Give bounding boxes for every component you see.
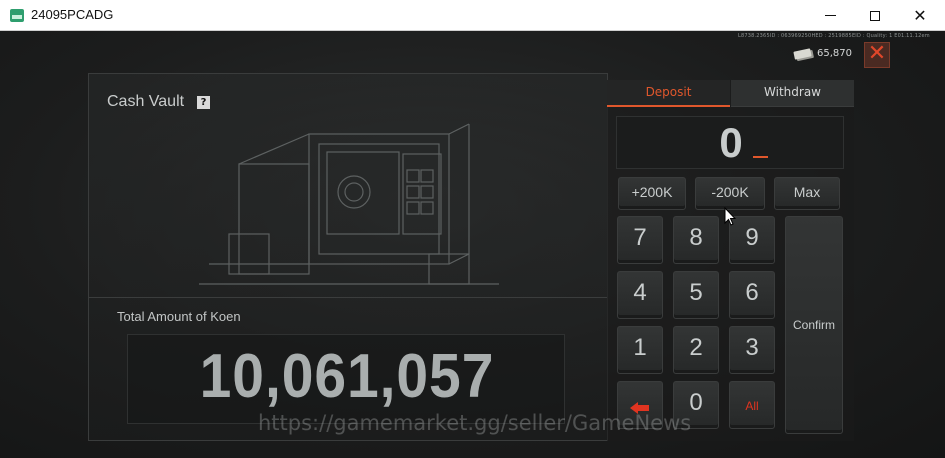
- total-label: Total Amount of Koen: [117, 309, 241, 324]
- key-6[interactable]: 6: [729, 271, 775, 319]
- panel-divider: [89, 297, 607, 298]
- all-label: All: [745, 399, 759, 413]
- koen-balance-value: 65,870: [817, 48, 852, 59]
- total-amount-value: 10,061,057: [199, 342, 495, 411]
- safe-illustration: [199, 123, 499, 285]
- maximize-icon: [870, 10, 880, 21]
- plus-200k-button[interactable]: +200K: [618, 177, 686, 210]
- key-4[interactable]: 4: [617, 271, 663, 319]
- key-8[interactable]: 8: [673, 216, 719, 264]
- minimize-button[interactable]: [807, 0, 853, 31]
- help-icon[interactable]: ?: [197, 96, 210, 109]
- max-button[interactable]: Max: [774, 177, 840, 210]
- window-close-button[interactable]: ✕: [897, 0, 943, 31]
- koen-balance: 65,870: [793, 47, 852, 60]
- amount-input[interactable]: 0: [616, 116, 844, 169]
- confirm-label: Confirm: [792, 318, 835, 332]
- keypad-panel: Deposit Withdraw 0 +200K -200K Max 7 8 9…: [607, 80, 854, 441]
- key-7[interactable]: 7: [617, 216, 663, 264]
- close-icon: ✕: [913, 6, 927, 25]
- amount-value: 0: [719, 119, 743, 166]
- exit-button[interactable]: ✕: [864, 42, 890, 68]
- close-x-icon: ✕: [867, 41, 887, 66]
- vault-panel: Cash Vault ? Total Amount of Koen 10,061…: [88, 73, 608, 441]
- window-title: 24095PCADG: [31, 7, 114, 22]
- confirm-button[interactable]: Confirm: [785, 216, 843, 434]
- mouse-cursor-icon: [724, 207, 736, 226]
- input-caret: [753, 156, 768, 158]
- watermark-text: https://gamemarket.gg/seller/GameNews: [258, 411, 692, 435]
- panel-title: Cash Vault: [107, 93, 185, 110]
- app-icon: [10, 9, 24, 22]
- key-5[interactable]: 5: [673, 271, 719, 319]
- tab-deposit[interactable]: Deposit: [607, 80, 730, 107]
- minus-200k-button[interactable]: -200K: [695, 177, 765, 210]
- tab-withdraw[interactable]: Withdraw: [731, 80, 854, 107]
- key-3[interactable]: 3: [729, 326, 775, 374]
- window-titlebar: 24095PCADG ✕: [0, 0, 945, 31]
- key-2[interactable]: 2: [673, 326, 719, 374]
- maximize-button[interactable]: [852, 0, 898, 31]
- minimize-icon: [824, 15, 836, 16]
- session-id-text: L8738.2365ID : 063969250HED : 2519885EID…: [738, 33, 930, 39]
- key-1[interactable]: 1: [617, 326, 663, 374]
- all-button[interactable]: All: [729, 381, 775, 429]
- game-viewport: L8738.2365ID : 063969250HED : 2519885EID…: [0, 31, 945, 458]
- cash-icon: [793, 47, 812, 60]
